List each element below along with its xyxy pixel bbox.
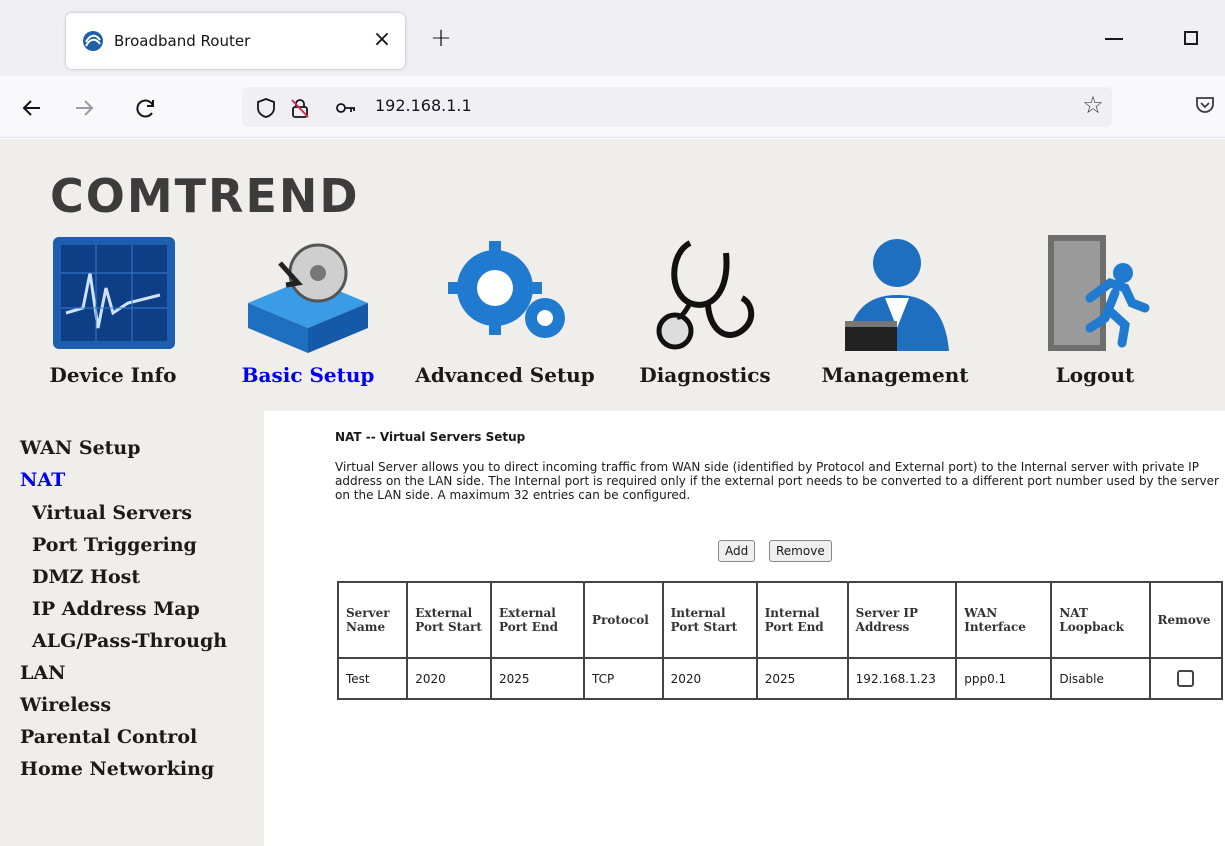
column-header: Server IP Address <box>846 581 958 659</box>
column-header: Remove <box>1148 581 1224 659</box>
address-bar[interactable]: 192.168.1.1 <box>242 87 1112 127</box>
cell-server-name: Test <box>336 657 409 700</box>
tab-close-icon[interactable]: × <box>369 27 395 53</box>
sidebar-menu: WAN Setup NAT Virtual Servers Port Trigg… <box>0 411 264 846</box>
favicon-icon <box>83 31 103 51</box>
sidebar-item-nat[interactable]: NAT <box>20 469 65 491</box>
virtual-servers-table: Server Name External Port Start External… <box>336 581 1224 700</box>
cell-external-port-end: 2025 <box>489 657 586 700</box>
column-header: WAN Interface <box>955 581 1053 659</box>
cell-external-port-start: 2020 <box>406 657 492 700</box>
page-header: COMTREND Device Info Basic Setup Advance… <box>0 139 1225 411</box>
back-arrow-icon[interactable] <box>18 94 46 122</box>
bookmark-star-icon[interactable]: ☆ <box>1078 90 1108 120</box>
cell-server-ip-address: 192.168.1.23 <box>846 657 958 700</box>
insecure-lock-icon[interactable] <box>289 97 311 119</box>
nav-logout[interactable]: Logout <box>1020 233 1170 403</box>
key-icon[interactable] <box>335 97 357 119</box>
cell-internal-port-start: 2020 <box>661 657 758 700</box>
column-header: NAT Loopback <box>1050 581 1151 659</box>
cell-nat-loopback: Disable <box>1050 657 1151 700</box>
nav-label-advanced-setup[interactable]: Advanced Setup <box>410 363 600 387</box>
sidebar-item-port-triggering[interactable]: Port Triggering <box>32 534 197 556</box>
shield-icon[interactable] <box>255 97 277 119</box>
column-header: External Port End <box>489 581 586 659</box>
cell-protocol: TCP <box>583 657 664 700</box>
nav-diagnostics[interactable]: Diagnostics <box>630 233 780 403</box>
add-button[interactable]: Add <box>718 540 756 562</box>
sidebar-item-virtual-servers[interactable]: Virtual Servers <box>32 502 192 524</box>
reload-icon[interactable] <box>132 94 160 122</box>
sidebar-item-dmz-host[interactable]: DMZ Host <box>32 566 140 588</box>
diagnostics-stethoscope-icon[interactable] <box>630 233 780 353</box>
remove-button[interactable]: Remove <box>769 540 832 562</box>
table-row: Test 2020 2025 TCP 2020 2025 192.168.1.2… <box>336 657 1224 700</box>
logout-exit-icon[interactable] <box>1020 233 1170 353</box>
main-content: NAT -- Virtual Servers Setup Virtual Ser… <box>264 411 1225 846</box>
comtrend-logo: COMTREND <box>50 169 360 223</box>
nav-label-diagnostics[interactable]: Diagnostics <box>630 363 780 387</box>
column-header: Server Name <box>336 581 409 659</box>
column-header: Internal Port End <box>755 581 849 659</box>
column-header: Internal Port Start <box>661 581 758 659</box>
nav-advanced-setup[interactable]: Advanced Setup <box>410 233 600 403</box>
nav-label-basic-setup[interactable]: Basic Setup <box>228 363 388 387</box>
sidebar-item-home-networking[interactable]: Home Networking <box>20 758 214 780</box>
url-text[interactable]: 192.168.1.1 <box>375 96 472 115</box>
cell-wan-interface: ppp0.1 <box>955 657 1053 700</box>
sidebar-item-lan[interactable]: LAN <box>20 662 65 684</box>
nav-device-info[interactable]: Device Info <box>28 233 198 403</box>
pocket-icon[interactable] <box>1193 93 1217 117</box>
column-header: Protocol <box>583 581 664 659</box>
device-info-monitor-icon[interactable] <box>28 233 198 353</box>
nav-label-logout[interactable]: Logout <box>1020 363 1170 387</box>
sidebar-item-wireless[interactable]: Wireless <box>20 694 111 716</box>
advanced-setup-gears-icon[interactable] <box>410 233 600 353</box>
sidebar-item-ip-address-map[interactable]: IP Address Map <box>32 598 200 620</box>
cell-remove <box>1148 657 1224 700</box>
basic-setup-box-icon[interactable] <box>228 233 388 353</box>
minimize-icon[interactable] <box>1105 38 1123 40</box>
sidebar-item-wan-setup[interactable]: WAN Setup <box>20 437 141 459</box>
cell-internal-port-end: 2025 <box>755 657 849 700</box>
router-page: COMTREND Device Info Basic Setup Advance… <box>0 139 1225 846</box>
tab-title: Broadband Router <box>114 32 251 50</box>
browser-navbar: 192.168.1.1 ☆ <box>0 76 1225 138</box>
sidebar-item-parental-control[interactable]: Parental Control <box>20 726 197 748</box>
sidebar-item-alg-pass-through[interactable]: ALG/Pass-Through <box>32 630 227 652</box>
page-description: Virtual Server allows you to direct inco… <box>335 460 1219 502</box>
management-person-icon[interactable] <box>815 233 975 353</box>
browser-tab-strip: Broadband Router × + <box>0 0 1225 76</box>
new-tab-button[interactable]: + <box>427 24 455 52</box>
forward-arrow-icon[interactable] <box>70 94 98 122</box>
browser-tab[interactable]: Broadband Router × <box>66 13 405 69</box>
page-title: NAT -- Virtual Servers Setup <box>335 430 526 444</box>
nav-label-device-info[interactable]: Device Info <box>28 363 198 387</box>
nav-label-management[interactable]: Management <box>815 363 975 387</box>
nav-management[interactable]: Management <box>815 233 975 403</box>
remove-checkbox[interactable] <box>1177 670 1195 687</box>
nav-basic-setup[interactable]: Basic Setup <box>228 233 388 403</box>
maximize-icon[interactable] <box>1184 31 1198 45</box>
column-header: External Port Start <box>406 581 492 659</box>
table-header-row: Server Name External Port Start External… <box>336 581 1224 659</box>
